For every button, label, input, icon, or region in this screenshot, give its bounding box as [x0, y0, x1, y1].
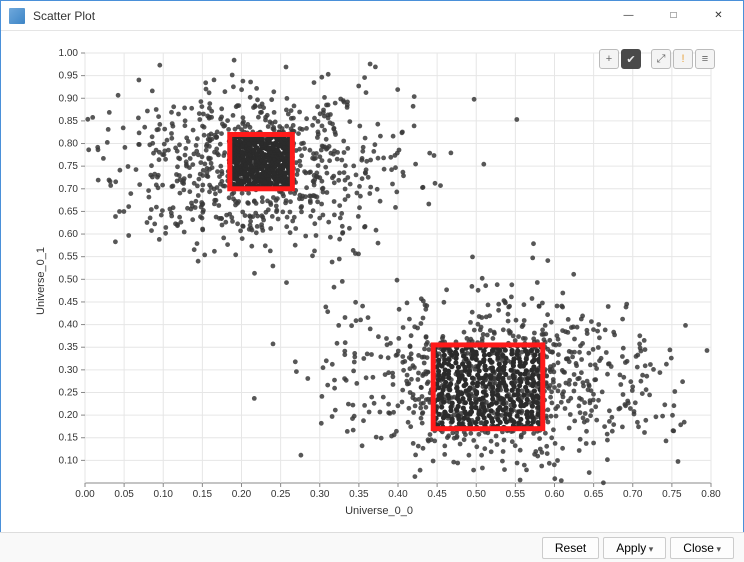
svg-text:0.45: 0.45	[427, 489, 447, 500]
check-icon[interactable]: ✔	[621, 49, 641, 69]
svg-text:0.30: 0.30	[310, 489, 330, 500]
apply-button[interactable]: Apply	[603, 537, 666, 559]
svg-text:0.55: 0.55	[506, 489, 526, 500]
close-button[interactable]: Close	[670, 537, 734, 559]
svg-text:0.80: 0.80	[701, 489, 721, 500]
svg-text:0.50: 0.50	[467, 489, 487, 500]
app-icon	[9, 8, 25, 24]
warn-icon[interactable]: !	[673, 49, 693, 69]
svg-text:0.35: 0.35	[59, 342, 79, 353]
svg-text:0.20: 0.20	[232, 489, 252, 500]
svg-text:0.60: 0.60	[545, 489, 565, 500]
add-icon[interactable]: +	[599, 49, 619, 69]
content-area: + ✔ ⤢ ! ≡ Universe_0_1 0.000.050.100.150…	[1, 31, 743, 533]
close-window-button[interactable]: ✕	[696, 1, 741, 30]
svg-text:1.00: 1.00	[59, 48, 79, 59]
svg-text:0.60: 0.60	[59, 229, 79, 240]
svg-text:0.95: 0.95	[59, 71, 79, 82]
svg-text:0.70: 0.70	[623, 489, 643, 500]
expand-icon[interactable]: ⤢	[651, 49, 671, 69]
svg-text:0.15: 0.15	[59, 433, 79, 444]
svg-text:0.15: 0.15	[193, 489, 213, 500]
svg-text:0.00: 0.00	[75, 489, 95, 500]
svg-text:0.75: 0.75	[662, 489, 682, 500]
titlebar: Scatter Plot — □ ✕	[1, 1, 743, 31]
svg-text:0.50: 0.50	[59, 274, 79, 285]
svg-text:0.05: 0.05	[114, 489, 134, 500]
svg-text:0.85: 0.85	[59, 116, 79, 127]
svg-text:0.80: 0.80	[59, 139, 79, 150]
svg-text:0.90: 0.90	[59, 93, 79, 104]
svg-text:0.65: 0.65	[59, 206, 79, 217]
window-buttons: — □ ✕	[606, 1, 741, 30]
svg-text:0.65: 0.65	[584, 489, 604, 500]
svg-text:0.10: 0.10	[59, 455, 79, 466]
x-axis-label: Universe_0_0	[33, 505, 725, 517]
svg-text:0.20: 0.20	[59, 410, 79, 421]
svg-text:0.10: 0.10	[154, 489, 174, 500]
svg-text:0.75: 0.75	[59, 161, 79, 172]
dialog-footer: Reset Apply Close	[0, 532, 744, 562]
reset-button[interactable]: Reset	[542, 537, 599, 559]
svg-text:0.40: 0.40	[59, 320, 79, 331]
svg-text:0.40: 0.40	[388, 489, 408, 500]
list-icon[interactable]: ≡	[695, 49, 715, 69]
svg-text:0.25: 0.25	[271, 489, 291, 500]
svg-text:0.30: 0.30	[59, 365, 79, 376]
maximize-button[interactable]: □	[651, 1, 696, 30]
window-title: Scatter Plot	[33, 9, 606, 23]
minimize-button[interactable]: —	[606, 1, 651, 30]
svg-text:0.55: 0.55	[59, 252, 79, 263]
svg-text:0.45: 0.45	[59, 297, 79, 308]
svg-text:0.35: 0.35	[349, 489, 369, 500]
plot-toolbar: + ✔ ⤢ ! ≡	[599, 49, 715, 69]
svg-text:0.25: 0.25	[59, 387, 79, 398]
scatter-plot[interactable]: Universe_0_1 0.000.050.100.150.200.250.3…	[33, 41, 725, 519]
svg-text:0.70: 0.70	[59, 184, 79, 195]
